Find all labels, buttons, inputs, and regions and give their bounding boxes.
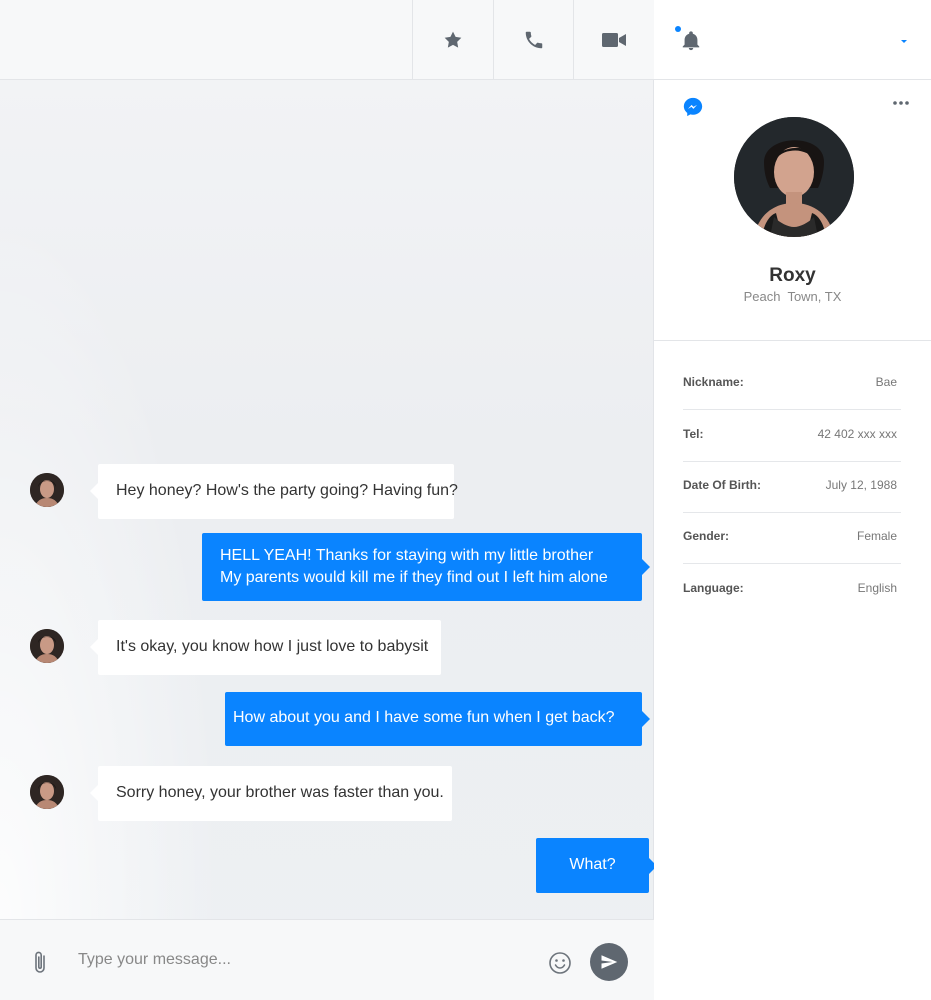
detail-row-date-of-birth: Date Of Birth: July 12, 1988 [683, 462, 901, 513]
detail-label: Gender: [683, 529, 730, 543]
contact-avatar [30, 775, 64, 809]
detail-label: Language: [683, 581, 744, 595]
detail-value: 42 402 xxx xxx [817, 427, 897, 441]
message-bubble-incoming: Hey honey? How's the party going? Having… [90, 464, 458, 519]
profile-header [654, 0, 931, 80]
chat-pane: Hey honey? How's the party going? Having… [0, 0, 657, 1000]
contact-avatar [30, 629, 64, 663]
more-horizontal-icon [893, 101, 909, 105]
notifications-button[interactable] [680, 30, 702, 52]
message-text: HELL YEAH! Thanks for staying with my li… [220, 547, 594, 564]
profile-location: Peach Town, TX [743, 289, 842, 304]
detail-row-gender: Gender: Female [683, 513, 901, 564]
message-text: What? [569, 856, 616, 873]
profile-name: Roxy [769, 265, 816, 286]
message-bubble-incoming: Sorry honey, your brother was faster tha… [90, 766, 452, 821]
message-bubble-outgoing: What? [536, 838, 657, 893]
message-text: My parents would kill me if they find ou… [220, 569, 608, 586]
emoji-button[interactable] [548, 951, 572, 975]
detail-label: Nickname: [683, 375, 744, 389]
chat-header [0, 0, 654, 80]
contact-avatar [30, 473, 64, 507]
profile-dropdown-button[interactable] [898, 34, 910, 46]
profile-card: Roxy Peach Town, TX [654, 80, 931, 341]
detail-row-language: Language: English [683, 565, 901, 616]
attach-button[interactable] [30, 950, 52, 976]
send-icon [601, 955, 618, 969]
message-text: It's okay, you know how I just love to b… [116, 638, 429, 655]
caret-down-icon [901, 40, 907, 43]
profile-photo [734, 117, 854, 237]
message-bubble-outgoing: How about you and I have some fun when I… [225, 692, 650, 746]
message-input[interactable] [76, 944, 520, 976]
phone-icon [525, 31, 542, 48]
message-text: How about you and I have some fun when I… [233, 709, 615, 726]
detail-row-tel: Tel: 42 402 xxx xxx [683, 411, 901, 462]
notification-dot [675, 26, 681, 32]
profile-pane: Roxy Peach Town, TX Nickname: Bae Tel: 4… [654, 0, 931, 1000]
favorite-button[interactable] [412, 0, 492, 79]
detail-value: Bae [875, 375, 897, 389]
smiley-icon [549, 952, 571, 974]
messenger-button[interactable] [682, 96, 704, 118]
detail-value: English [857, 581, 897, 595]
detail-value: July 12, 1988 [825, 478, 897, 492]
detail-label: Tel: [683, 427, 704, 441]
paperclip-icon [35, 951, 45, 973]
send-button[interactable] [590, 943, 628, 981]
call-button[interactable] [493, 0, 573, 79]
message-text: Sorry honey, your brother was faster tha… [116, 784, 444, 801]
detail-label: Date Of Birth: [683, 478, 761, 492]
more-options-button[interactable] [890, 96, 912, 108]
message-bubble-outgoing: HELL YEAH! Thanks for staying with my li… [202, 533, 650, 601]
message-bubble-incoming: It's okay, you know how I just love to b… [90, 620, 441, 675]
detail-row-nickname: Nickname: Bae [683, 359, 901, 410]
bell-icon [682, 31, 700, 51]
video-camera-icon [601, 32, 626, 47]
messenger-icon [683, 97, 703, 117]
message-composer [0, 919, 654, 1000]
video-call-button[interactable] [573, 0, 653, 79]
detail-value: Female [856, 529, 897, 543]
star-icon [444, 31, 461, 48]
message-text: Hey honey? How's the party going? Having… [116, 482, 458, 499]
